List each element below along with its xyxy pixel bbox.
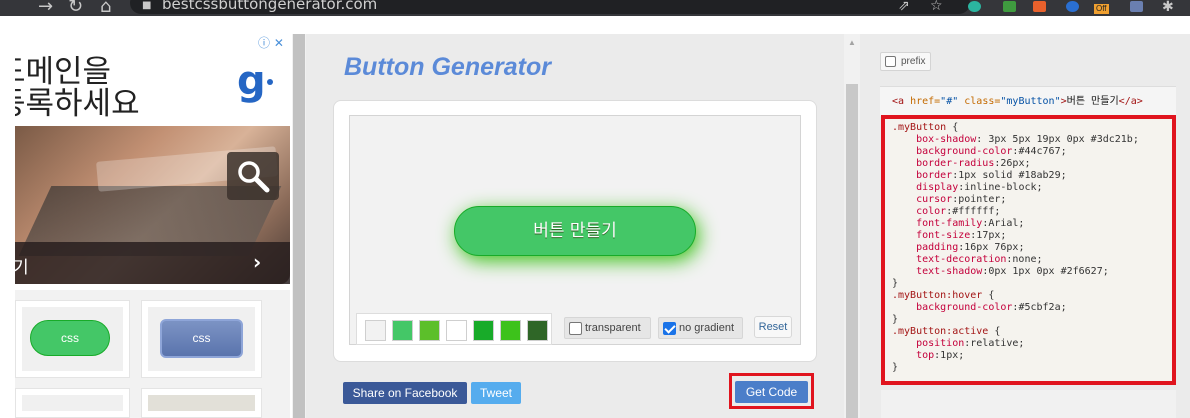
color-swatch[interactable]	[473, 320, 494, 341]
ad-cta-text: 기	[15, 258, 29, 278]
code-line: .myButton:active {	[892, 326, 1001, 337]
code-line: box-shadow: 3px 5px 19px 0px #3dc21b;	[892, 134, 1139, 145]
preview-toolbar: transparent no gradient Reset	[356, 313, 800, 345]
scroll-up-arrow-icon[interactable]: ▲	[848, 38, 856, 47]
html-link-text: 버튼 만들기	[1066, 96, 1119, 107]
extension-icon-3[interactable]	[1033, 1, 1046, 12]
extension-icon-4[interactable]	[1066, 1, 1079, 12]
html-href-value: "#"	[940, 96, 959, 107]
preview-button[interactable]: 버튼 만들기	[454, 206, 696, 256]
get-code-button[interactable]: Get Code	[735, 381, 808, 403]
code-panel-footer	[881, 390, 1176, 418]
css-code-block[interactable]: .myButton { box-shadow: 3px 5px 19px 0px…	[892, 122, 1139, 374]
code-line: .myButton:hover {	[892, 290, 995, 301]
color-swatch[interactable]	[527, 320, 548, 341]
code-line: }	[892, 314, 899, 325]
code-line: cursor:pointer;	[892, 194, 1007, 205]
left-scrollbar-thumb[interactable]	[293, 34, 305, 418]
color-swatch[interactable]	[419, 320, 440, 341]
page-title: Button Generator	[344, 53, 551, 81]
center-scrollbar[interactable]: ▲	[844, 34, 860, 418]
share-icon[interactable]: ⇗	[898, 0, 910, 14]
get-code-highlight: Get Code	[729, 373, 814, 409]
color-swatch[interactable]	[392, 320, 413, 341]
html-end-tag: </a>	[1118, 96, 1143, 107]
no-gradient-label: no gradient	[679, 322, 735, 334]
html-class-value: "myButton"	[1000, 96, 1061, 107]
transparent-checkbox[interactable]	[569, 322, 582, 335]
generator-panel: Button Generator 버튼 만들기 transparent no g…	[306, 34, 844, 418]
button-preview-area: 버튼 만들기	[349, 115, 801, 345]
code-line: .myButton {	[892, 122, 959, 133]
reload-icon[interactable]: ↻	[68, 0, 83, 16]
code-line: top:1px;	[892, 350, 965, 361]
code-line: text-shadow:0px 1px 0px #2f6627;	[892, 266, 1109, 277]
no-gradient-checkbox[interactable]	[663, 322, 676, 335]
ad-headline-line2: 등록하세요	[15, 86, 140, 122]
css-code-highlight: .myButton { box-shadow: 3px 5px 19px 0px…	[881, 115, 1176, 385]
code-line: color:#ffffff;	[892, 206, 1001, 217]
color-swatches	[356, 313, 552, 345]
html-href-attr: href=	[904, 96, 941, 107]
code-line: background-color:#44c767;	[892, 146, 1067, 157]
browser-toolbar: → ↻ ⌂ ■ bestcssbuttongenerator.com ⇗ ☆ O…	[0, 0, 1190, 16]
color-swatch[interactable]	[446, 320, 467, 341]
transparent-toggle[interactable]: transparent	[564, 317, 651, 339]
extensions-puzzle-icon[interactable]: ✱	[1162, 0, 1174, 15]
code-line: }	[892, 278, 899, 289]
extension-icon-2[interactable]	[1003, 1, 1016, 12]
ad-close-icon[interactable]: ⓘ ✕	[258, 34, 284, 51]
gallery-tile[interactable]	[141, 388, 262, 418]
gallery-button-blue[interactable]: css	[160, 319, 243, 358]
ad-logo-dot	[267, 79, 273, 85]
share-facebook-button[interactable]: Share on Facebook	[343, 382, 467, 404]
color-swatch[interactable]	[500, 320, 521, 341]
extension-icon-1[interactable]	[968, 1, 981, 12]
extension-off-badge[interactable]: Off	[1094, 4, 1109, 14]
ad-cta-bar[interactable]: 기 ›	[15, 242, 290, 284]
code-line: text-decoration:none;	[892, 254, 1043, 265]
code-line: }	[892, 362, 899, 373]
code-line: padding:16px 76px;	[892, 242, 1025, 253]
search-icon	[238, 161, 270, 193]
code-line: border:1px solid #18ab29;	[892, 170, 1067, 181]
ad-logo: g	[237, 58, 266, 104]
html-open-tag: <a	[892, 96, 905, 107]
html-class-attr: class=	[958, 96, 1001, 107]
prefix-checkbox[interactable]	[885, 56, 896, 67]
code-line: display:inline-block;	[892, 182, 1043, 193]
transparent-label: transparent	[585, 322, 641, 334]
home-icon[interactable]: ⌂	[100, 0, 111, 16]
left-scrollbar[interactable]	[292, 34, 306, 418]
extension-icon-5[interactable]	[1130, 1, 1143, 12]
preview-card: 버튼 만들기 transparent no gradient Reset	[333, 100, 817, 362]
code-line: background-color:#5cbf2a;	[892, 302, 1067, 313]
forward-icon[interactable]: →	[38, 0, 53, 16]
color-swatch[interactable]	[365, 320, 386, 341]
tweet-button[interactable]: Tweet	[471, 382, 521, 404]
code-line: font-size:17px;	[892, 230, 1007, 241]
search-icon-box	[227, 152, 279, 200]
bookmark-star-icon[interactable]: ☆	[930, 0, 943, 14]
prefix-label: prefix	[901, 56, 926, 67]
no-gradient-toggle[interactable]: no gradient	[658, 317, 743, 339]
gallery-button-green[interactable]: css	[30, 320, 110, 356]
url-text[interactable]: bestcssbuttongenerator.com	[162, 0, 377, 13]
code-line: position:relative;	[892, 338, 1025, 349]
html-snippet[interactable]: <a href="#" class="myButton">버튼 만들기</a>	[880, 86, 1176, 116]
code-line: border-radius:26px;	[892, 158, 1031, 169]
center-scrollbar-thumb[interactable]	[846, 84, 858, 418]
code-line: font-family:Arial;	[892, 218, 1025, 229]
reset-button[interactable]: Reset	[754, 316, 792, 338]
code-panel: prefix <a href="#" class="myButton">버튼 만…	[860, 34, 1190, 418]
prefix-toggle[interactable]: prefix	[880, 52, 932, 71]
site-info-icon[interactable]: ■	[142, 0, 151, 11]
gallery-tile[interactable]	[15, 388, 130, 418]
chevron-right-icon: ›	[253, 250, 262, 274]
